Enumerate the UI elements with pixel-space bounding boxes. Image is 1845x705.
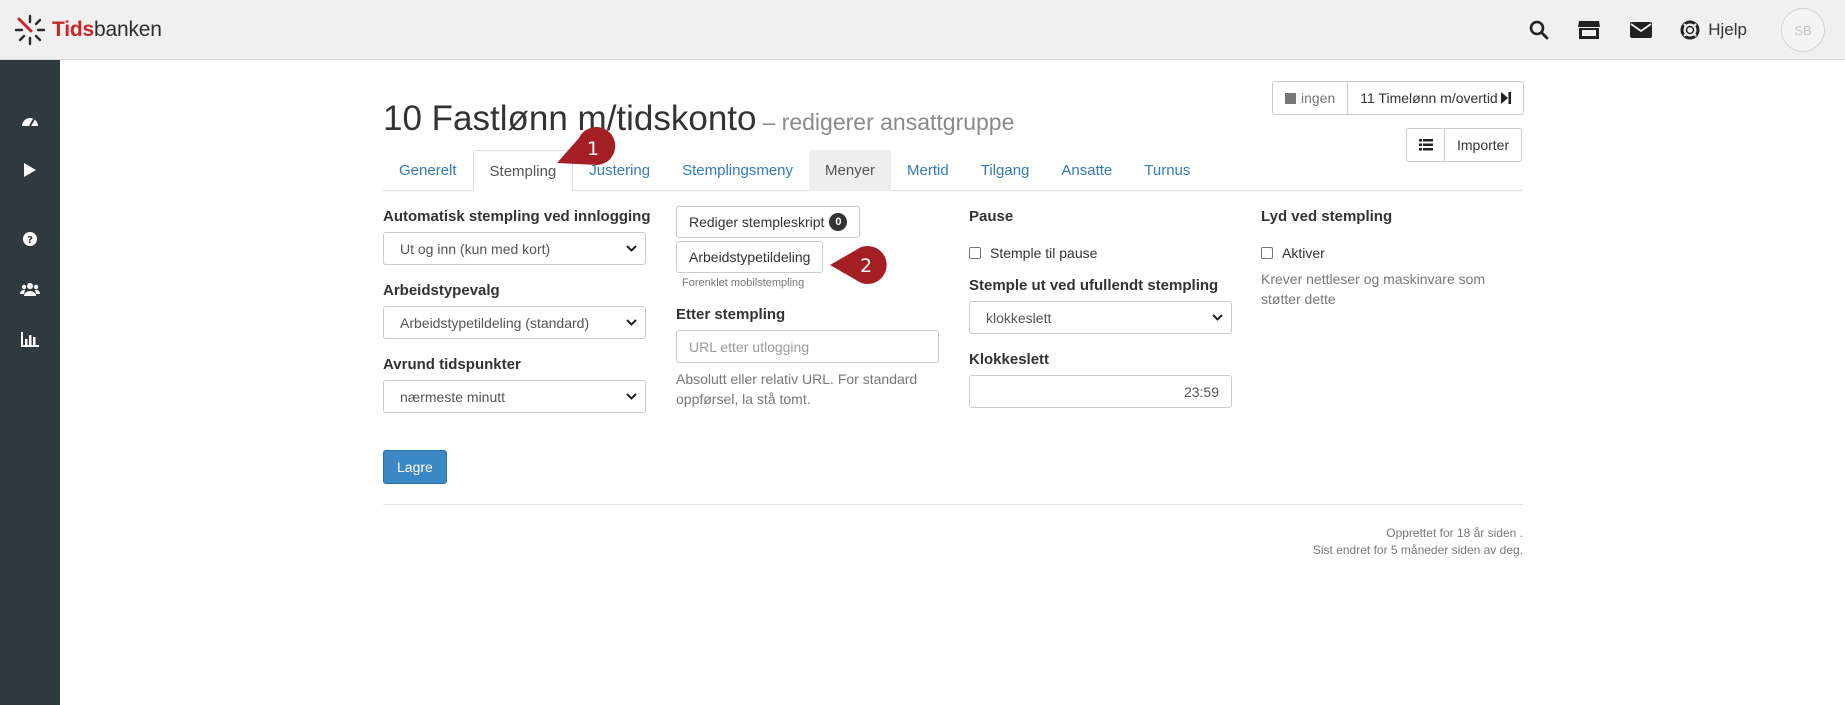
lifebuoy-icon (1680, 20, 1700, 40)
question-circle-icon: ? (23, 232, 37, 246)
help-link[interactable]: Hjelp (1680, 20, 1747, 40)
tab-mertid[interactable]: Mertid (891, 150, 965, 191)
store-icon[interactable] (1576, 17, 1602, 43)
auto-stamping-select[interactable]: Ut og inn (kun med kort) (383, 232, 646, 265)
after-stamping-url-input[interactable]: URL etter utlogging (676, 330, 939, 363)
page-subtitle: – redigerer ansattgruppe (762, 109, 1015, 135)
clock-logo-icon (14, 14, 46, 46)
tab-menyer[interactable]: Menyer (809, 150, 892, 191)
svg-text:?: ? (27, 235, 33, 246)
help-label: Hjelp (1708, 20, 1747, 39)
modified-note: Sist endret for 5 måneder siden av deg. (1312, 543, 1523, 557)
clock-time-label: Klokkeslett (969, 351, 1050, 368)
clock-time-input[interactable]: 23:59 (969, 375, 1232, 408)
group-navigation: ingen 11 Timelønn m/overtid (1272, 81, 1524, 115)
callout-number-1: 1 (587, 138, 599, 160)
edit-stamp-script-button[interactable]: Rediger stempleskript 0 (676, 206, 861, 238)
column-pause: Pause Stemple til pause Stemple ut ved u… (969, 208, 1232, 408)
sidebar-dashboard[interactable] (0, 106, 60, 136)
column-stamping-options: Automatisk stempling ved innlogging Ut o… (383, 208, 651, 413)
chevron-down-icon (1212, 314, 1223, 321)
worktype-label: Arbeidstypevalg (383, 282, 500, 299)
after-stamping-label: Etter stempling (676, 306, 786, 323)
created-note: Opprettet for 18 år siden . (1386, 526, 1523, 540)
dashboard-icon (22, 118, 38, 127)
bar-chart-icon (21, 331, 39, 347)
users-icon (20, 283, 40, 296)
stamp-out-select[interactable]: klokkeslett (969, 301, 1232, 334)
divider (383, 504, 1523, 505)
chevron-down-icon (626, 393, 637, 400)
assignment-note: Forenklet mobilstempling (682, 277, 805, 289)
worktype-select[interactable]: Arbeidstypetildeling (standard) (383, 306, 646, 339)
sound-activate-checkbox[interactable]: Aktiver (1261, 245, 1524, 261)
column-scripts: Rediger stempleskript 0 Arbeidstypetilde… (676, 206, 939, 409)
chevron-down-icon (626, 245, 637, 252)
script-count-badge: 0 (829, 213, 848, 231)
column-sound: Lyd ved stempling Aktiver Krever nettles… (1261, 208, 1524, 309)
sidebar-play[interactable] (0, 155, 60, 185)
round-times-select[interactable]: nærmeste minutt (383, 380, 646, 413)
save-button[interactable]: Lagre (383, 450, 447, 484)
sidebar-help[interactable]: ? (0, 224, 60, 254)
after-stamping-help: Absolutt eller relativ URL. For standard… (676, 371, 918, 407)
tab-tilgang[interactable]: Tilgang (965, 150, 1046, 191)
top-actions: Hjelp SB (1526, 0, 1845, 60)
sidebar: ? (0, 60, 60, 705)
tab-turnus[interactable]: Turnus (1128, 150, 1206, 191)
stamp-out-label: Stemple ut ved ufullendt stempling (969, 277, 1219, 294)
step-forward-icon (1500, 92, 1511, 104)
checkbox[interactable] (969, 247, 981, 259)
callout-number-2: 2 (860, 255, 872, 277)
tab-stemplingsmeny[interactable]: Stemplingsmeny (666, 150, 809, 191)
round-times-label: Avrund tidspunkter (383, 356, 521, 373)
logo-wordmark: Tidsbanken (52, 18, 162, 41)
tab-generelt[interactable]: Generelt (383, 150, 473, 191)
callout-marker-1: 1 (557, 127, 616, 165)
square-icon (1285, 92, 1296, 104)
chevron-down-icon (626, 319, 637, 326)
stamp-pause-checkbox[interactable]: Stemple til pause (969, 245, 1232, 261)
page-title: 10 Fastlønn m/tidskonto – redigerer ansat… (383, 99, 1014, 139)
sound-help: Krever nettleser og maskinvare som støtt… (1261, 271, 1486, 307)
top-bar: Tidsbanken Hjelp SB (0, 0, 1845, 60)
worktype-assignment-button[interactable]: Arbeidstypetildeling (676, 241, 824, 273)
previous-group-button[interactable]: ingen (1272, 81, 1349, 115)
sidebar-users[interactable] (0, 274, 60, 304)
search-icon[interactable] (1526, 17, 1552, 43)
envelope-icon[interactable] (1628, 17, 1654, 43)
pause-label: Pause (969, 208, 1014, 225)
tab-ansatte[interactable]: Ansatte (1045, 150, 1128, 191)
tidsbanken-logo[interactable]: Tidsbanken (14, 14, 162, 46)
next-group-button[interactable]: 11 Timelønn m/overtid (1347, 81, 1524, 115)
play-icon (24, 163, 36, 177)
avatar[interactable]: SB (1781, 8, 1825, 52)
auto-stamping-label: Automatisk stempling ved innlogging (383, 208, 651, 225)
sound-label: Lyd ved stempling (1261, 208, 1393, 225)
sidebar-reports[interactable] (0, 324, 60, 354)
callout-marker-2: 2 (830, 246, 887, 284)
checkbox[interactable] (1261, 247, 1273, 259)
